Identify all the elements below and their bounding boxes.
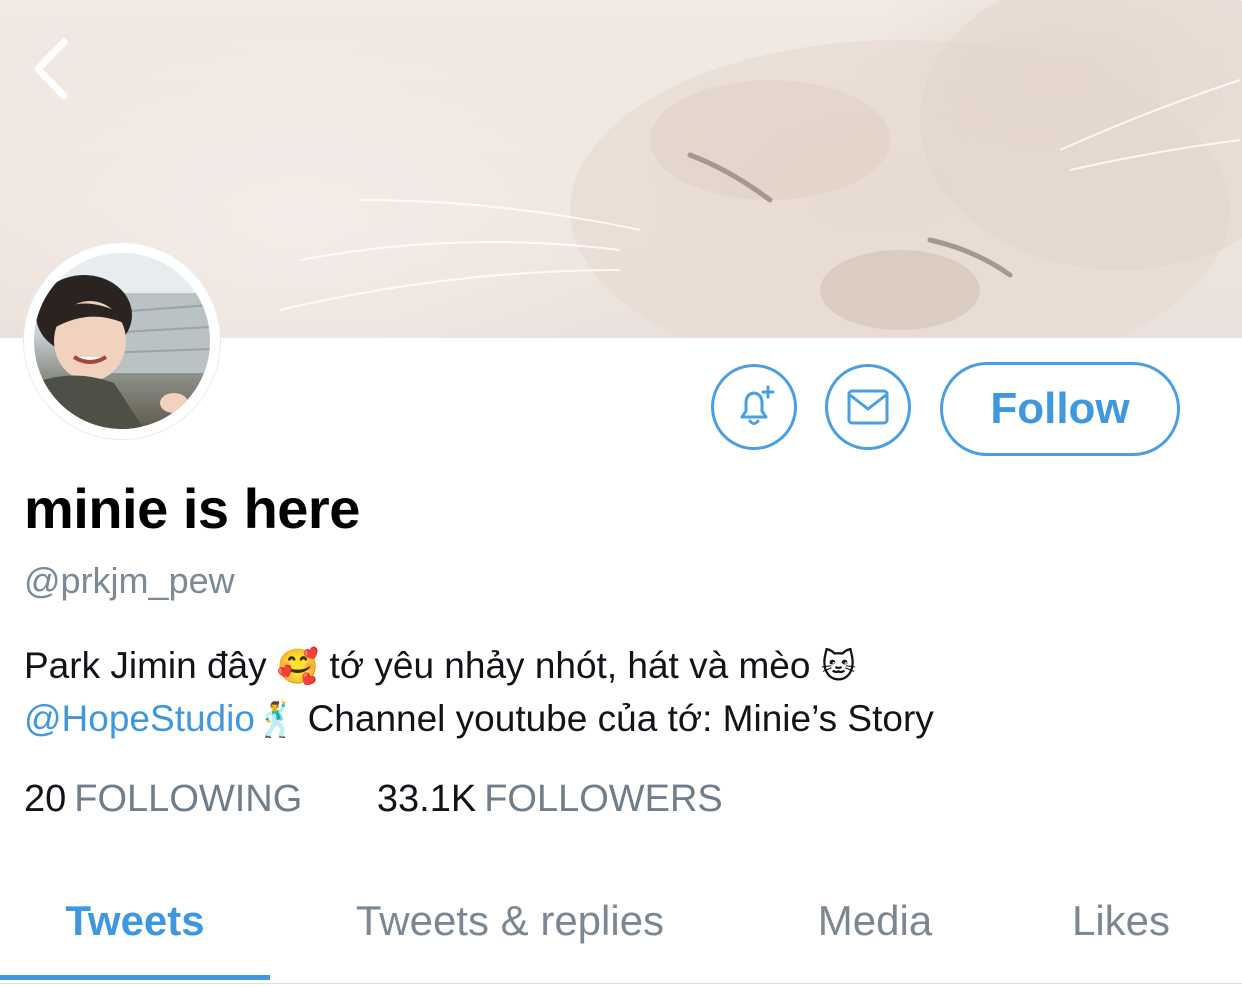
envelope-icon	[847, 389, 889, 425]
user-handle: @prkjm_pew	[24, 560, 235, 601]
tab-tweets-replies[interactable]: Tweets & replies	[270, 858, 750, 984]
profile-page: Follow minie is here @prkjm_pew Park Jim…	[0, 0, 1242, 987]
chevron-left-icon	[34, 38, 68, 100]
follow-button[interactable]: Follow	[940, 362, 1180, 456]
following-stat[interactable]: 20 FOLLOWING	[24, 778, 302, 821]
bio-text: Channel youtube của tớ: Minie’s Story	[307, 698, 934, 739]
smiling-hearts-emoji: 🥰	[276, 647, 320, 687]
tab-tweets[interactable]: Tweets	[0, 858, 270, 984]
followers-count: 33.1K	[376, 778, 477, 820]
tab-likes[interactable]: Likes	[1000, 858, 1242, 984]
bio-text: Park Jimin đây	[24, 645, 267, 686]
following-label: FOLLOWING	[74, 778, 303, 820]
message-button[interactable]	[825, 364, 911, 450]
bio-text: tớ yêu nhảy nhót, hát và mèo	[329, 645, 811, 686]
followers-stat[interactable]: 33.1K FOLLOWERS	[377, 778, 723, 821]
back-button[interactable]	[28, 36, 92, 116]
tab-media[interactable]: Media	[750, 858, 1000, 984]
bio-line-2: @HopeStudio🕺 Channel youtube của tớ: Min…	[24, 693, 1214, 746]
bio-mention-link[interactable]: @HopeStudio	[24, 698, 255, 739]
bell-plus-icon	[740, 385, 775, 425]
dancing-man-emoji: 🕺	[254, 700, 298, 740]
profile-stats: 20 FOLLOWING 33.1K FOLLOWERS	[24, 778, 723, 821]
active-tab-indicator	[0, 975, 270, 980]
tabs-divider	[0, 983, 1242, 984]
avatar-photo	[34, 253, 210, 429]
followers-label: FOLLOWERS	[484, 778, 723, 820]
profile-tabs: Tweets Tweets & replies Media Likes	[0, 858, 1242, 984]
display-name: minie is here	[24, 477, 360, 540]
profile-bio: Park Jimin đây 🥰 tớ yêu nhảy nhót, hát v…	[24, 640, 1214, 746]
following-count: 20	[24, 778, 67, 820]
notifications-button[interactable]	[711, 364, 797, 450]
profile-avatar[interactable]	[24, 243, 220, 439]
cat-face-emoji: 🐱	[820, 647, 857, 687]
bio-line-1: Park Jimin đây 🥰 tớ yêu nhảy nhót, hát v…	[24, 640, 1214, 693]
